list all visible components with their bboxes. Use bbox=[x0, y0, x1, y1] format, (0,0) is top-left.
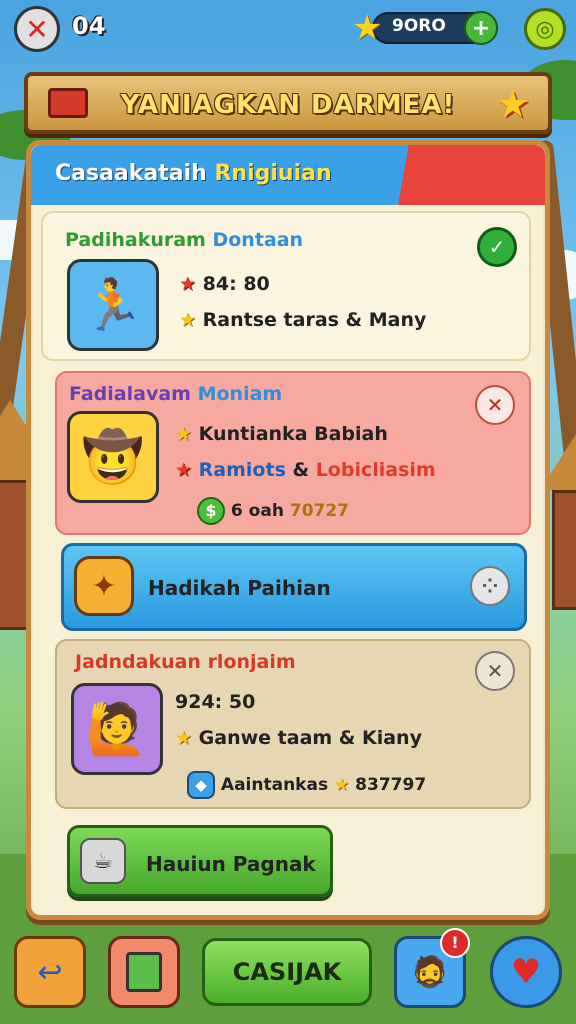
coin-amount: 9ORO bbox=[392, 16, 446, 36]
back-arrow-icon: ↩ bbox=[37, 954, 63, 990]
hut bbox=[552, 490, 576, 610]
quest-title-part2: Moniam bbox=[197, 383, 283, 405]
reward-action-label: Hadikah Paihian bbox=[148, 576, 331, 600]
quest-score-text: 84: 80 bbox=[202, 273, 270, 295]
coin-reward: $ 6 oah 70727 bbox=[197, 497, 349, 525]
coin-value: 70727 bbox=[289, 501, 350, 521]
close-icon: ✕ bbox=[25, 12, 49, 46]
quest-card-active[interactable]: Fadialavam Moniam 🤠 ★ Kuntianka Babiah ★… bbox=[55, 371, 531, 535]
star-icon: ★ bbox=[352, 8, 383, 48]
coin-label: 6 oah bbox=[230, 501, 284, 521]
quest-reward: ★ Ramiots & Lobicliasim bbox=[175, 459, 436, 481]
quest-objective-text: Kuntianka Babiah bbox=[198, 423, 388, 445]
panel-title-part1: Casaakataih bbox=[55, 161, 215, 186]
quest-reward-text: Rantse taras & Many bbox=[202, 309, 427, 331]
character-avatar: 🏃 bbox=[67, 259, 159, 351]
quest-title-part1: Padihakuram bbox=[65, 229, 213, 251]
dots-icon: ⁘ bbox=[481, 574, 499, 598]
quest-reward: ★ Ganwe taam & Kiany bbox=[175, 727, 422, 749]
requirement-label: Aaintankas bbox=[220, 775, 334, 795]
star-icon: ★ bbox=[175, 459, 193, 481]
completed-check-button[interactable]: ✓ bbox=[477, 227, 517, 267]
quest-title-part1: Fadialavam bbox=[69, 383, 198, 405]
level-number: 04 bbox=[72, 12, 106, 40]
panel-title-part2: Rnigiuian bbox=[214, 161, 332, 186]
quest-reward-part3: Lobicliasim bbox=[315, 459, 436, 481]
character-avatar: 🤠 bbox=[67, 411, 159, 503]
star-icon: ★ bbox=[334, 775, 350, 795]
close-icon: ✕ bbox=[486, 659, 504, 683]
add-coins-button[interactable]: + bbox=[464, 11, 498, 45]
play-button-label: CASIJAK bbox=[232, 958, 342, 986]
gem-icon: ◆ bbox=[187, 771, 215, 799]
quest-title: Fadialavam Moniam bbox=[69, 383, 282, 405]
quest-reward-part1: Ramiots bbox=[198, 459, 293, 481]
top-bar: ✕ 04 ★ 9ORO + ◎ bbox=[0, 0, 576, 58]
panel-title: Casaakataih Rnigiuian bbox=[55, 161, 332, 186]
dismiss-button[interactable]: ✕ bbox=[475, 651, 515, 691]
more-options-button[interactable]: ⁘ bbox=[470, 566, 510, 606]
quest-score: ★ 84: 80 bbox=[179, 273, 270, 295]
back-button[interactable]: ↩ bbox=[14, 936, 86, 1008]
close-button[interactable]: ✕ bbox=[14, 6, 60, 52]
badge-icon: ✦ bbox=[74, 556, 134, 616]
quest-title: Jadndakuan rlonjaim bbox=[75, 651, 296, 673]
character-avatar: 🙋 bbox=[71, 683, 163, 775]
quest-score: 924: 50 bbox=[175, 691, 256, 713]
panel-content: Padihakuram Dontaan 🏃 ★ 84: 80 ★ Rantse … bbox=[33, 205, 543, 915]
quest-reward: ★ Rantse taras & Many bbox=[179, 309, 426, 331]
check-icon: ✓ bbox=[488, 235, 506, 259]
plus-icon: + bbox=[471, 15, 491, 41]
requirement: ◆ Aaintankas ★ 837797 bbox=[187, 771, 426, 799]
profile-avatar-icon: 🧔 bbox=[411, 954, 449, 990]
map-icon bbox=[126, 952, 162, 992]
main-action-label: Hauiun Pagnak bbox=[146, 852, 316, 876]
map-button[interactable] bbox=[108, 936, 180, 1008]
main-action-button[interactable]: ☕ Hauiun Pagnak bbox=[67, 825, 333, 897]
quest-panel: Casaakataih Rnigiuian Padihakuram Dontaa… bbox=[26, 140, 550, 920]
quest-objective: ★ Kuntianka Babiah bbox=[175, 423, 388, 445]
title-banner: YANIAGKAN DARMEA! ★ bbox=[24, 72, 552, 134]
cup-icon: ☕ bbox=[80, 838, 126, 884]
notification-badge: ! bbox=[440, 928, 470, 958]
settings-icon: ◎ bbox=[535, 16, 555, 42]
dismiss-button[interactable]: ✕ bbox=[475, 385, 515, 425]
quest-card-completed[interactable]: Padihakuram Dontaan 🏃 ★ 84: 80 ★ Rantse … bbox=[41, 211, 531, 361]
requirement-value: 837797 bbox=[355, 775, 427, 795]
star-icon: ★ bbox=[175, 423, 193, 445]
quest-title: Padihakuram Dontaan bbox=[65, 229, 303, 251]
reward-action-bar[interactable]: ✦ Hadikah Paihian ⁘ bbox=[61, 543, 527, 631]
quest-title-part2: Dontaan bbox=[212, 229, 304, 251]
star-icon: ★ bbox=[175, 727, 193, 749]
settings-button[interactable]: ◎ bbox=[524, 8, 566, 50]
quest-reward-part2: & bbox=[292, 459, 316, 481]
star-icon: ★ bbox=[179, 273, 197, 295]
panel-header: Casaakataih Rnigiuian bbox=[31, 145, 545, 205]
banner-title: YANIAGKAN DARMEA! bbox=[120, 90, 456, 120]
coin-icon: $ bbox=[197, 497, 225, 525]
star-icon: ★ bbox=[179, 309, 197, 331]
favorites-button[interactable]: ♥ bbox=[490, 936, 562, 1008]
quest-reward-text: Ganwe taam & Kiany bbox=[198, 727, 422, 749]
star-icon: ★ bbox=[495, 82, 530, 126]
close-icon: ✕ bbox=[486, 393, 504, 417]
play-button[interactable]: CASIJAK bbox=[202, 938, 372, 1006]
quest-card-locked[interactable]: Jadndakuan rlonjaim 🙋 924: 50 ★ Ganwe ta… bbox=[55, 639, 531, 809]
heart-icon: ♥ bbox=[510, 952, 542, 992]
